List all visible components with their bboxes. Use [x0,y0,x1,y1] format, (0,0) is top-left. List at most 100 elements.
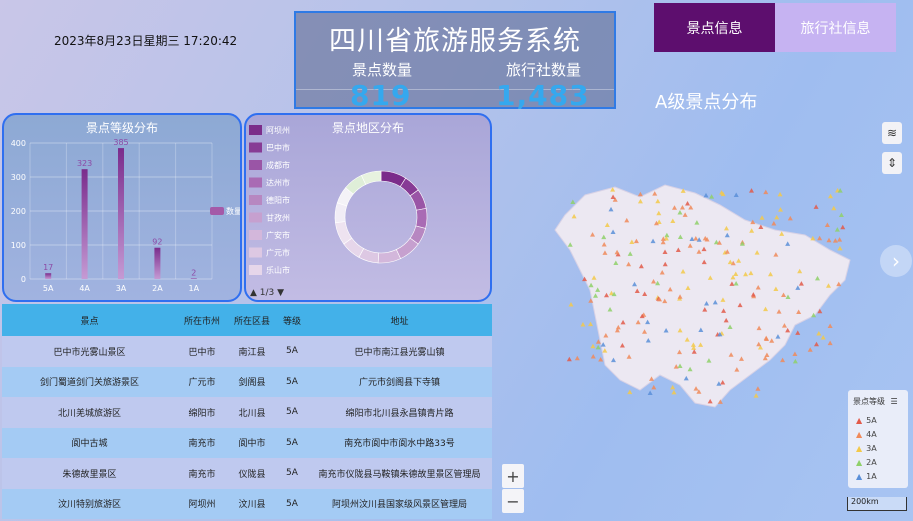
legend-swatch [249,177,262,188]
next-button[interactable]: › [880,245,912,277]
legend-label: 4A [866,430,877,439]
legend-label: 德阳市 [266,195,290,205]
cell-grade: 5A [277,458,307,489]
data-label: 2 [191,268,196,277]
legend-item-2a[interactable]: ▲ 2A [856,458,877,467]
spot-marker [651,384,657,390]
spot-marker [824,222,830,228]
spot-marker [598,357,604,362]
spot-marker [837,245,843,251]
table-row[interactable]: 朱德故里景区 南充市 仪陇县 5A 南充市仪陇县马鞍镇朱德故里景区管理局 [2,458,492,489]
legend-item-3a[interactable]: ▲ 3A [856,444,877,453]
legend-item-5a[interactable]: ▲ 5A [856,416,877,425]
table-row[interactable]: 阆中古城 南充市 阆中市 5A 南充市阆中市阆水中路33号 [2,427,492,458]
spot-marker [568,301,574,307]
table-row[interactable]: 巴中市光雾山景区 巴中市 南江县 5A 巴中市南江县光雾山镇 [2,336,492,367]
zoom-out-button[interactable]: − [502,489,524,513]
datetime: 2023年8月23日星期三 17:20:42 [54,34,238,48]
map-scale-bar: 200km [847,497,907,511]
y-tick-label: 400 [11,139,26,148]
spot-marker [733,192,739,197]
legend-label: 巴中市 [266,143,290,153]
cell-address: 阿坝州汶川县国家级风景区管理局 [307,488,492,519]
cell-grade: 5A [277,366,307,397]
table-row[interactable]: 北川羌城旅游区 绵阳市 北川县 5A 绵阳市北川县永昌镇青片路 [2,397,492,428]
legend-label: 数量 [226,206,240,216]
grade-bar-chart: 0 100 200 300 400 17 5A 323 4A 385 3A 92 2A 2 1A 数量 [11,138,240,293]
spot-marker [777,191,783,197]
spot-marker [590,343,596,349]
spot-marker [671,389,677,395]
spot-marker [753,393,759,398]
pie-slice [377,249,401,264]
legend-swatch [210,207,224,215]
cell-address: 南充市阆中市阆水中路33号 [307,427,492,458]
spot-marker [840,224,846,230]
legend-label: 5A [866,416,877,425]
spot-marker [566,356,572,362]
legend-label: 广安市 [266,230,290,240]
cell-spot: 汶川特别旅游区 [2,488,177,519]
cell-grade: 5A [277,427,307,458]
data-label: 92 [152,238,162,247]
legend-swatch [249,265,262,275]
cell-address: 广元市剑阁县下寺镇 [307,366,492,397]
bar [45,273,52,279]
spot-marker [795,330,801,335]
spot-marker [807,347,813,352]
cell-city: 南充市 [177,427,227,458]
spots-count-label: 景点数量 [352,61,413,79]
cell-spot: 朱德故里景区 [2,458,177,489]
list-icon[interactable]: ☰ [891,397,898,406]
grade-chart-panel: 景点等级分布 0 100 200 300 400 17 5A 323 4A 385 3A 92 2A 2 1… [2,113,242,302]
legend-swatch [249,160,262,170]
zoom-in-button[interactable]: + [502,464,524,488]
cell-spot: 巴中市光雾山景区 [2,336,177,367]
table-header-row: 景点 所在市州 所在区县 等级 地址 [2,304,492,336]
marker-icon: ▲ [856,458,863,467]
legend-swatch [249,230,262,240]
col-header-address: 地址 [307,304,492,336]
compass-button[interactable]: ⇕ [882,152,902,174]
spot-marker [813,204,819,209]
layers-button[interactable]: ≋ [882,122,902,144]
cell-county: 阆中市 [227,427,277,458]
sichuan-map[interactable] [545,175,875,415]
cell-address: 绵阳市北川县永昌镇青片路 [307,397,492,428]
spot-marker [749,188,755,193]
cell-city: 巴中市 [177,336,227,367]
spot-marker [792,358,798,364]
spot-marker [820,335,826,340]
spot-marker [647,390,653,396]
y-tick-label: 200 [11,207,26,216]
x-tick-label: 3A [116,284,127,293]
table-row[interactable]: 剑门蜀道剑门关旅游景区 广元市 剑阁县 5A 广元市剑阁县下寺镇 [2,366,492,397]
legend-item-4a[interactable]: ▲ 4A [856,430,877,439]
legend-item-1a[interactable]: ▲ 1A [856,472,877,481]
cell-city: 绵阳市 [177,397,227,428]
x-tick-label: 5A [43,284,54,293]
cell-spot: 北川羌城旅游区 [2,397,177,428]
map-legend-title-text: 景点等级 [853,397,885,406]
legend-label: 达州市 [266,178,290,188]
cell-county: 仪陇县 [227,458,277,489]
table-row[interactable]: 汶川特别旅游区 阿坝州 汶川县 5A 阿坝州汶川县国家级风景区管理局 [2,488,492,519]
legend-label: 乐山市 [266,265,290,275]
legend-swatch [249,125,262,135]
page-title: 四川省旅游服务系统 [329,26,581,57]
spot-marker [827,323,833,329]
spot-marker [703,192,709,198]
tab-spot-info[interactable]: 景点信息 [654,3,775,52]
spot-marker [813,341,819,347]
tab-agency-info[interactable]: 旅行社信息 [775,3,896,52]
cell-grade: 5A [277,336,307,367]
marker-icon: ▲ [856,416,863,425]
marker-icon: ▲ [856,472,863,481]
spot-marker [837,237,843,242]
data-label: 17 [43,263,53,272]
minus-icon: − [506,491,520,511]
cell-city: 广元市 [177,366,227,397]
legend-label: 2A [866,458,877,467]
spot-marker [763,189,769,195]
cell-grade: 5A [277,397,307,428]
